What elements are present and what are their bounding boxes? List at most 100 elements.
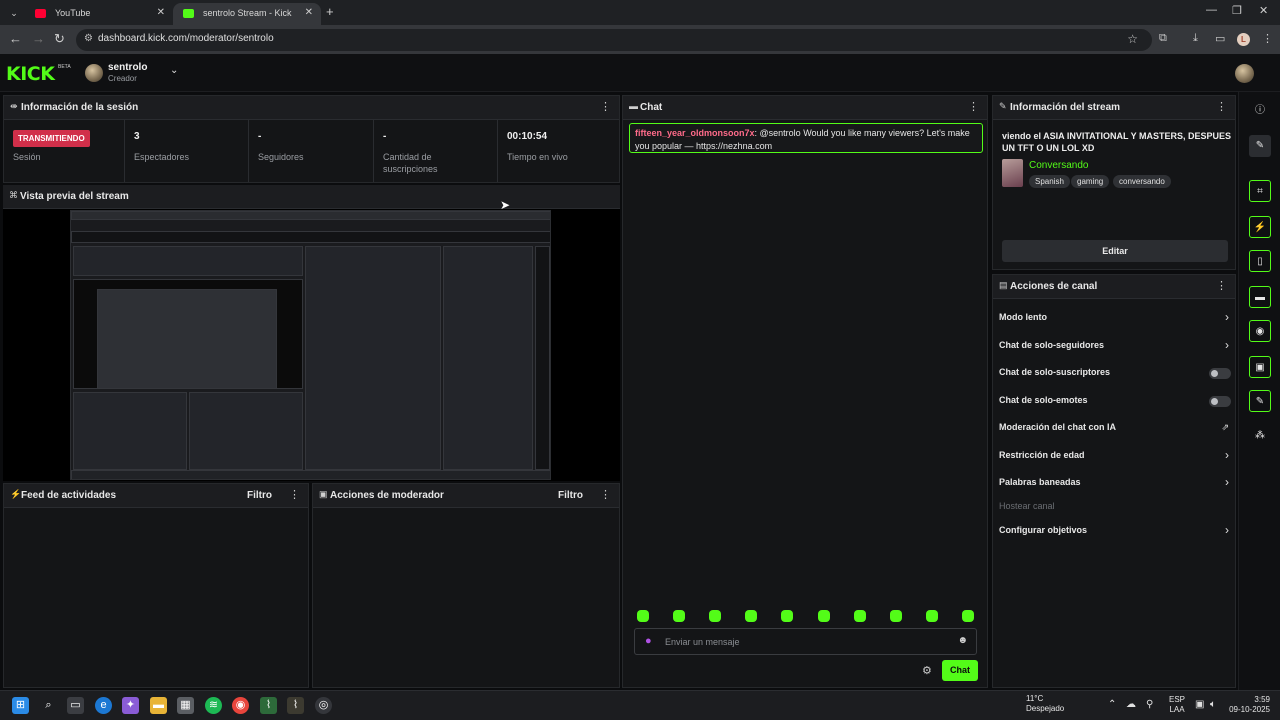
spotify-icon[interactable]: ≋ [205,697,222,714]
avatar[interactable] [85,64,103,82]
copilot-icon[interactable]: ✦ [122,697,139,714]
volume-icon[interactable]: 🔈︎ [1210,699,1216,710]
chat-panel: ▬ Chat ⋮ [622,95,988,688]
emote-icon[interactable] [781,610,793,622]
edit-icon[interactable]: ✎ [1249,135,1271,157]
network-icon[interactable]: ▣ [1195,699,1204,710]
action-label: Chat de solo-emotes [999,395,1088,405]
chat-icon[interactable]: ▬ [1249,286,1271,308]
emote-icon[interactable] [818,610,830,622]
tab-youtube[interactable]: YouTube ✕ [25,3,173,25]
weather-widget[interactable]: 11°C Despejado [1026,694,1064,714]
stream-category[interactable]: Conversando [1029,160,1088,171]
task-view-icon[interactable]: ▭ [67,697,84,714]
emote-icon[interactable] [890,610,902,622]
windows-start-icon[interactable]: ⊞ [12,697,29,714]
minimize-button[interactable]: — [1206,4,1217,16]
stat-session: TRANSMITIENDO Sesión [4,120,125,182]
emote-icon[interactable] [745,610,757,622]
stream-preview-video[interactable] [70,210,551,480]
bookmark-star-icon[interactable]: ☆ [1127,32,1138,46]
action-ai-moderation[interactable]: Moderación del chat con IA ⇗ [999,419,1233,437]
chevron-up-icon[interactable]: ⌃ [1108,699,1116,710]
chat-username[interactable]: fifteen_year_oldmonsoon7x [635,128,755,138]
language-indicator[interactable]: ESP LAA [1169,695,1185,715]
stat-value: - [258,131,262,142]
download-icon[interactable]: ⤓ [1193,32,1198,45]
preview-thumb-header [71,231,550,243]
emote-icon[interactable] [854,610,866,622]
address-bar[interactable]: ⚙ dashboard.kick.com/moderator/sentrolo … [76,29,1152,51]
more-options-icon[interactable]: ⋮ [968,100,979,113]
chrome-icon[interactable]: ◉ [232,697,249,714]
action-followers-only[interactable]: Chat de solo-seguidores › [999,337,1233,355]
stat-label: Cantidad de suscripciones [383,152,438,174]
more-options-icon[interactable]: ⋮ [1216,279,1227,292]
action-banned-words[interactable]: Palabras baneadas › [999,474,1233,492]
subscribers-only-toggle[interactable] [1209,368,1231,379]
site-info-icon[interactable]: ⚙ [84,33,93,44]
close-icon[interactable]: ✕ [157,3,165,23]
chevron-down-icon[interactable]: ⌄ [170,65,178,76]
cast-icon[interactable]: ▭ [1215,32,1225,45]
kick-logo[interactable]: KICK [6,63,55,85]
store-icon[interactable]: ▦ [177,697,194,714]
search-icon[interactable]: ⌕ [40,697,57,714]
bolt-icon[interactable]: ⚡ [1249,216,1271,238]
file-explorer-icon[interactable]: ▬ [150,697,167,714]
app-icon[interactable]: ⌇ [260,697,277,714]
back-button[interactable]: ← [9,31,22,46]
browser-profile-avatar[interactable]: L [1237,33,1250,46]
emote-icon[interactable] [637,610,649,622]
maximize-button[interactable]: ❐ [1232,4,1242,17]
clock[interactable]: 3:59 09-10-2025 [1224,695,1270,715]
gear-icon[interactable]: ⚙ [922,664,932,677]
reload-button[interactable]: ↻ [54,31,65,47]
edit-stream-button[interactable]: Editar [1002,240,1228,262]
chat-message[interactable]: fifteen_year_oldmonsoon7x: @sentrolo Wou… [629,123,983,153]
forward-button[interactable]: → [32,31,45,46]
more-options-icon[interactable]: ⋮ [600,100,611,113]
edge-icon[interactable]: e [95,697,112,714]
close-icon[interactable]: ✕ [305,3,313,23]
more-options-icon[interactable]: ⋮ [600,488,611,501]
emote-icon[interactable] [709,610,721,622]
microphone-icon[interactable]: ● [645,635,652,647]
emote-icon[interactable] [926,610,938,622]
apps-icon[interactable]: ⁂ [1249,425,1271,447]
microphone-icon[interactable]: ⚲ [1146,699,1153,710]
wrench-icon[interactable]: ✎ [1249,390,1271,412]
tab-kick-dashboard[interactable]: sentrolo Stream - Kick Dashbo ✕ [173,3,321,38]
filter-button[interactable]: Filtro [558,490,583,501]
lang-code: ESP [1169,695,1186,704]
cloud-icon[interactable]: ☁ [1126,699,1136,710]
window-close-button[interactable]: ✕ [1259,4,1268,17]
extensions-icon[interactable]: ⧉ [1159,32,1167,45]
filter-button[interactable]: Filtro [247,490,272,501]
app-icon[interactable]: ⌇ [287,697,304,714]
send-chat-button[interactable]: Chat [942,660,978,681]
session-icon[interactable]: ⌗ [1249,180,1271,202]
emote-icon[interactable] [962,610,974,622]
user-avatar[interactable] [1235,64,1254,83]
new-tab-button[interactable]: + [326,4,334,19]
action-slow-mode[interactable]: Modo lento › [999,309,1233,327]
chat-input[interactable]: ● Enviar un mensaje ☻ [634,628,977,655]
tab-search-icon[interactable]: ⌄ [6,5,22,21]
more-options-icon[interactable]: ⋮ [289,488,300,501]
video-icon[interactable]: ▣ [1249,356,1271,378]
document-icon[interactable]: ▯ [1249,250,1271,272]
more-options-icon[interactable]: ⋮ [1216,100,1227,113]
info-icon[interactable]: ⓘ [1249,100,1271,122]
obs-icon[interactable]: ◎ [315,697,332,714]
emote-icon[interactable] [673,610,685,622]
kick-header: KICK BETA sentrolo Creador ⌄ [0,54,1280,92]
browser-menu-icon[interactable]: ⋮ [1262,32,1273,45]
url-text: dashboard.kick.com/moderator/sentrolo [98,33,274,44]
emotes-only-toggle[interactable] [1209,396,1231,407]
action-set-goals[interactable]: Configurar objetivos › [999,522,1233,540]
broadcast-icon[interactable]: ◉ [1249,320,1271,342]
emoji-icon[interactable]: ☻ [957,635,968,646]
action-age-restriction[interactable]: Restricción de edad › [999,447,1233,465]
video-icon: ⌘ [9,190,18,200]
